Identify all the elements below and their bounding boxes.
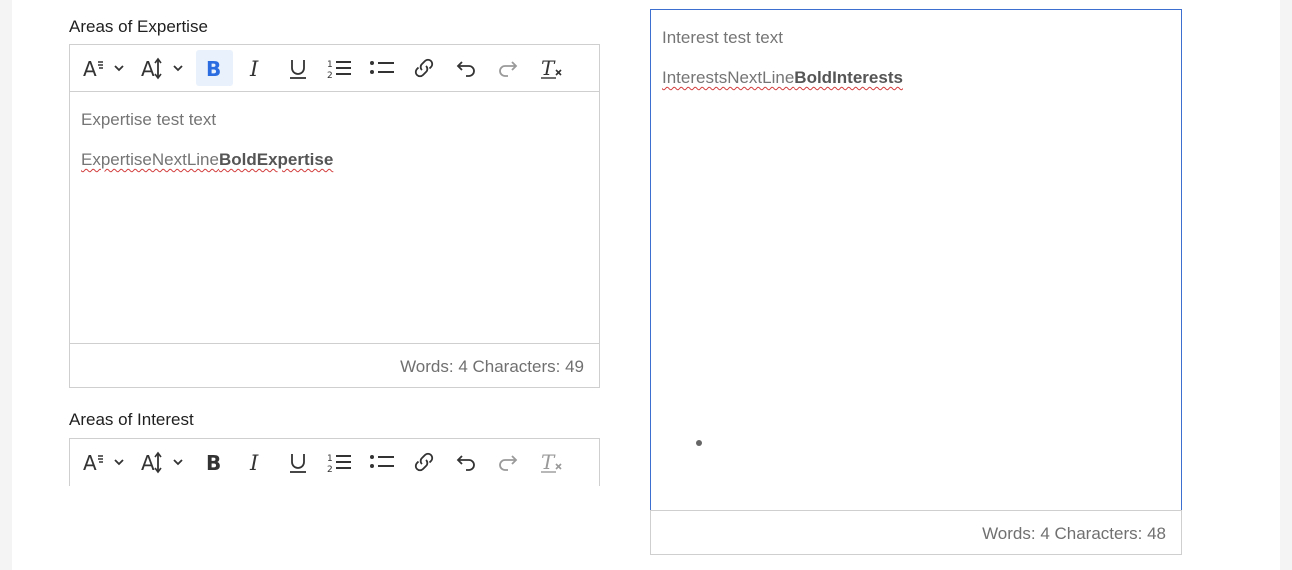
svg-text:B: B [206,451,221,474]
cursor-dot [696,440,702,446]
bulleted-list-button[interactable] [364,50,400,86]
svg-text:T: T [541,56,556,80]
bulleted-list-icon [370,455,394,468]
expertise-line-2: ExpertiseNextLineBoldExpertise [81,150,588,170]
undo-icon [456,61,475,77]
italic-button[interactable]: I [238,50,274,86]
bulleted-list-icon [370,61,394,74]
underline-icon [290,60,306,79]
interest-line-2-plain: InterestsNextLine [662,68,795,87]
numbered-list-icon: 1 2 [327,454,351,474]
bold-icon: B [206,57,221,80]
italic-icon: I [249,57,259,80]
svg-text:T: T [541,450,556,474]
svg-text:I: I [249,57,259,80]
bold-icon: B [206,451,221,474]
interest-label: Areas of Interest [69,410,194,429]
undo-icon [456,455,475,471]
interest-editor-clip: A A B I 1 2 T [69,438,600,486]
underline-icon [290,454,306,473]
svg-text:1: 1 [327,60,333,70]
interest-toolbar: A A B I 1 2 T [70,439,599,486]
bold-button[interactable]: B [196,444,233,480]
font-family-button[interactable]: A [78,444,130,480]
underline-button[interactable] [280,50,316,86]
interest-editor: A A B I 1 2 T [69,438,600,486]
expertise-word-count: Words: 4 Characters: 49 [69,343,600,388]
svg-text:A: A [141,57,155,80]
page: Areas of Expertise A A B I 1 2 T Experti… [12,0,1280,570]
italic-button[interactable]: I [238,444,274,480]
font-family-icon: A [83,57,124,80]
bold-button[interactable]: B [196,50,233,86]
italic-icon: I [249,451,259,474]
svg-text:2: 2 [327,71,333,80]
font-family-icon: A [83,451,124,474]
interest-content[interactable]: Interest test text InterestsNextLineBold… [650,9,1182,511]
link-button[interactable] [406,50,442,86]
interest-line-1: Interest test text [662,28,783,47]
svg-text:A: A [141,451,155,474]
svg-text:A: A [83,451,97,474]
svg-text:A: A [83,57,97,80]
clear-formatting-icon: T [541,56,562,80]
font-size-button[interactable]: A [138,50,190,86]
expertise-editor: A A B I 1 2 T Expertise test text Expert… [69,44,600,344]
expertise-label: Areas of Expertise [69,17,208,36]
underline-button[interactable] [280,444,316,480]
link-icon [414,58,434,78]
redo-icon [499,61,518,77]
bulleted-list-button[interactable] [364,444,400,480]
redo-icon [499,455,518,471]
numbered-list-icon: 1 2 [327,60,351,80]
link-icon [414,452,434,472]
interest-word-count: Words: 4 Characters: 48 [650,510,1182,555]
font-family-button[interactable]: A [78,50,130,86]
expertise-word-count-text: Words: 4 Characters: 49 [400,357,584,376]
expertise-line-1: Expertise test text [81,110,217,129]
link-button[interactable] [406,444,442,480]
expertise-line-2-bold: BoldExpertise [218,150,334,169]
redo-button[interactable] [490,50,526,86]
clear-formatting-icon: T [541,450,562,474]
svg-text:1: 1 [327,454,333,464]
interest-line-2: InterestsNextLineBoldInterests [662,68,1170,88]
clear-formatting-button[interactable]: T [534,444,570,480]
font-size-icon: A [141,451,183,474]
font-size-icon: A [141,57,183,80]
font-size-button[interactable]: A [138,444,190,480]
clear-formatting-button[interactable]: T [534,50,570,86]
interest-line-2-bold: BoldInterests [794,68,903,87]
svg-text:2: 2 [327,465,333,474]
numbered-list-button[interactable]: 1 2 [321,50,357,86]
svg-text:I: I [249,451,259,474]
redo-button[interactable] [490,444,526,480]
svg-text:B: B [206,57,221,80]
numbered-list-button[interactable]: 1 2 [321,444,357,480]
undo-button[interactable] [448,444,484,480]
expertise-line-2-plain: ExpertiseNextLine [81,150,219,169]
expertise-toolbar: A A B I 1 2 T [70,45,599,92]
interest-word-count-text: Words: 4 Characters: 48 [982,524,1166,543]
expertise-content[interactable]: Expertise test text ExpertiseNextLineBol… [70,92,599,343]
undo-button[interactable] [448,50,484,86]
